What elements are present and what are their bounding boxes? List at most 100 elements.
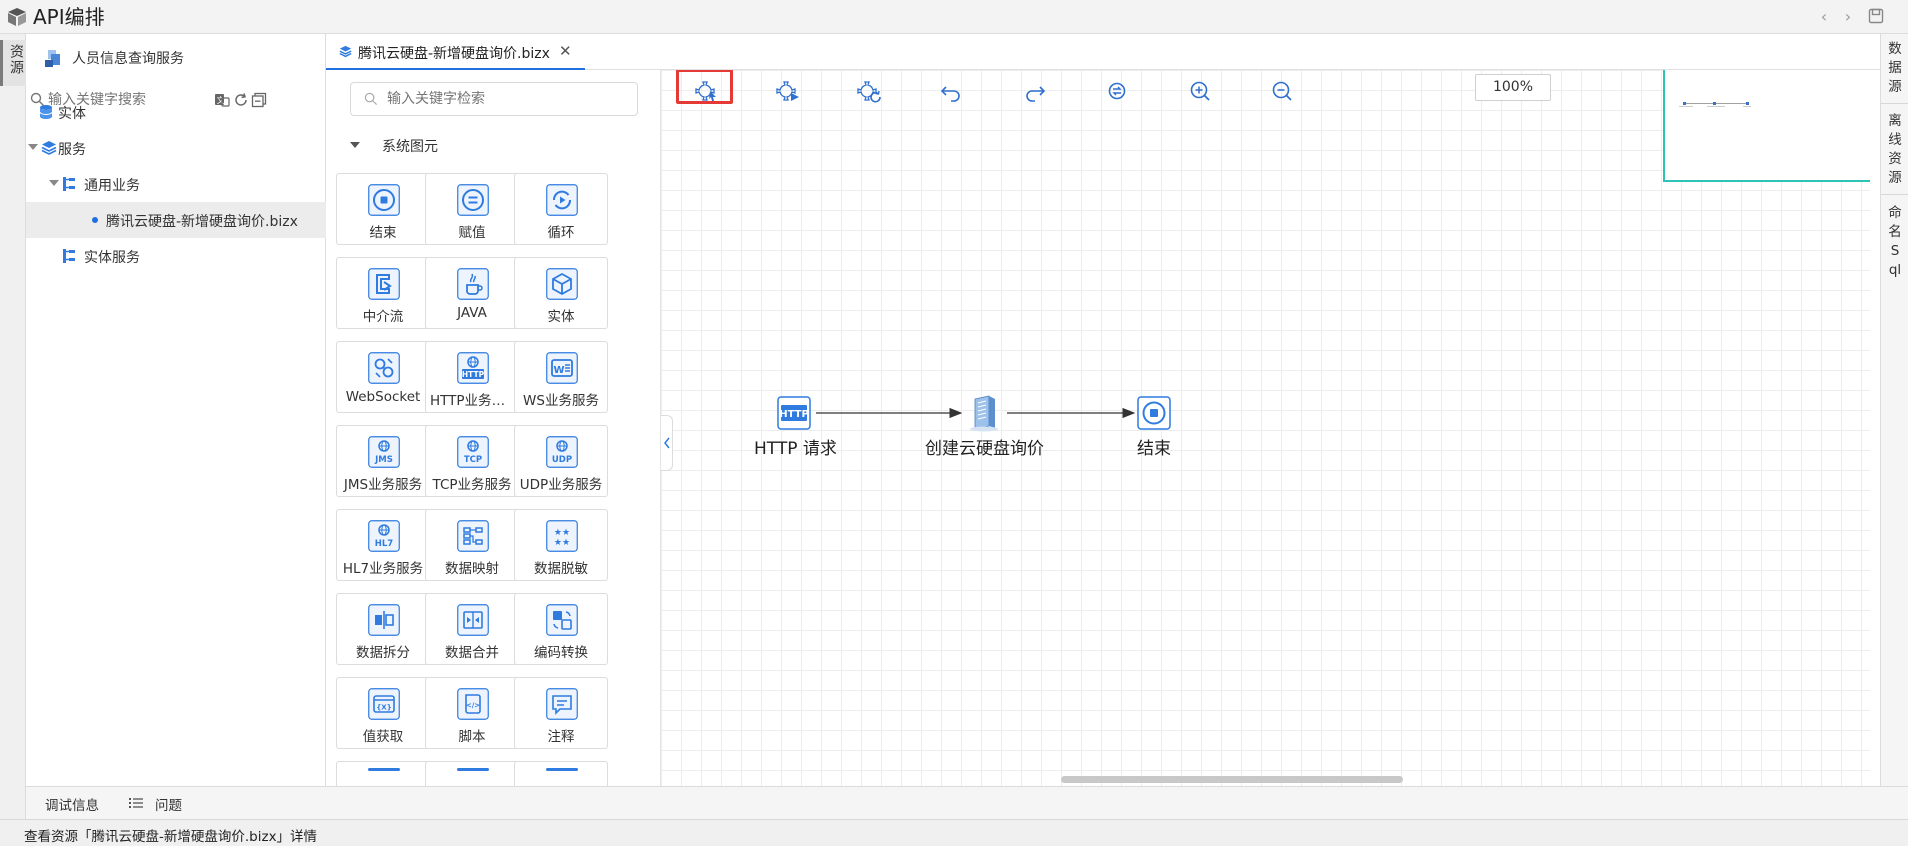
data-merge-icon xyxy=(457,604,489,636)
save-window-icon[interactable] xyxy=(1868,8,1884,24)
debug-info-tab[interactable]: 调试信息 xyxy=(45,794,99,814)
palette-item[interactable]: HTTP HTTP业务服务 xyxy=(425,341,519,413)
search-icon xyxy=(364,92,378,106)
palette-item-label: JAVA xyxy=(457,305,487,321)
group-collapse-arrow-icon[interactable] xyxy=(350,142,360,148)
tab-bizx-file[interactable]: 腾讯云硬盘-新增硬盘询价.bizx ✕ xyxy=(326,34,585,70)
svg-text:HTTP: HTTP xyxy=(462,370,485,379)
expand-arrow-icon[interactable] xyxy=(28,144,38,150)
palette-item[interactable]: 数据合并 xyxy=(425,593,519,665)
side-tab-label: 命名Sql xyxy=(1888,205,1902,278)
palette-item[interactable]: {X} 值获取 xyxy=(336,677,430,749)
close-icon[interactable]: ✕ xyxy=(559,42,572,60)
loop-play-icon xyxy=(546,184,578,216)
issues-tab[interactable]: 问题 xyxy=(155,794,182,814)
palette-item[interactable]: 循环 xyxy=(514,173,608,245)
palette-item-clipped[interactable] xyxy=(425,761,519,786)
palette-item[interactable]: </> 脚本 xyxy=(425,677,519,749)
palette-item-label: WS业务服务 xyxy=(523,393,599,409)
palette-item[interactable]: 数据映射 xyxy=(425,509,519,581)
palette-item[interactable]: WebSocket xyxy=(336,341,430,413)
palette-item[interactable]: 结束 xyxy=(336,173,430,245)
svg-text:</>: </> xyxy=(466,702,480,710)
flow-canvas[interactable]: 100% HTTP HTTP 请求 创建云硬盘询价 结束 xyxy=(661,70,1870,786)
palette-item-label: 脚本 xyxy=(458,729,486,745)
side-tab-named-sql[interactable]: 命名Sql xyxy=(1881,198,1908,286)
palette-item[interactable]: ★★ ★★ 数据脱敏 xyxy=(514,509,608,581)
palette-item-label: 循环 xyxy=(547,225,575,241)
palette-item-label: 结束 xyxy=(369,225,397,241)
flow-connectors xyxy=(816,407,1136,419)
resources-side-tab[interactable]: 资源 xyxy=(0,40,26,86)
data-split-icon xyxy=(368,604,400,636)
resource-tree-panel: 人员信息查询服务 文 实体 xyxy=(26,34,326,786)
svg-text:{X}: {X} xyxy=(376,704,391,712)
chevron-left-icon xyxy=(664,437,670,449)
comment-icon xyxy=(546,688,578,720)
data-mapping-icon xyxy=(457,520,489,552)
tree-item-label: 实体服务 xyxy=(84,250,140,266)
collapse-palette-handle[interactable] xyxy=(661,415,673,471)
expand-arrow-icon[interactable] xyxy=(49,180,59,186)
flow-tree-icon xyxy=(63,249,75,263)
stop-circle-icon[interactable] xyxy=(1137,396,1171,430)
palette-item[interactable]: 数据拆分 xyxy=(336,593,430,665)
editor-tab-bar: 腾讯云硬盘-新增硬盘询价.bizx ✕ xyxy=(326,34,1880,70)
svg-text:UDP: UDP xyxy=(552,455,572,465)
palette-item-label: UDP业务服务 xyxy=(519,477,603,493)
left-side-strip: 资源 xyxy=(0,34,26,819)
palette-item[interactable]: 编码转换 xyxy=(514,593,608,665)
palette-item[interactable]: 实体 xyxy=(514,257,608,329)
palette-search-input[interactable] xyxy=(387,89,627,109)
palette-item-label: 数据拆分 xyxy=(356,645,410,661)
tree-item-entity-services[interactable]: 实体服务 xyxy=(26,238,326,274)
canvas-minimap[interactable] xyxy=(1663,70,1870,182)
back-chevron-icon[interactable]: ‹ xyxy=(1813,6,1835,28)
palette-search-box xyxy=(350,82,638,116)
layers-icon xyxy=(41,141,57,155)
tree-item-entity[interactable]: 实体 xyxy=(26,94,326,130)
horizontal-scrollbar[interactable] xyxy=(1061,776,1403,783)
palette-item[interactable]: 注释 xyxy=(514,677,608,749)
svg-text:★★: ★★ xyxy=(554,528,570,538)
palette-item-label: 注释 xyxy=(547,729,575,745)
flow-node-label: HTTP 请求 xyxy=(754,439,837,459)
palette-item-label: 值获取 xyxy=(362,729,404,745)
data-masking-icon: ★★★★ xyxy=(546,520,578,552)
palette-item[interactable]: JAVA xyxy=(425,257,519,329)
http-icon[interactable]: HTTP xyxy=(777,396,811,430)
mediator-flow-icon xyxy=(368,268,400,300)
palette-item[interactable]: HL7 HL7业务服务 xyxy=(336,509,430,581)
palette-item-clipped[interactable] xyxy=(336,761,430,786)
svg-text:TCP: TCP xyxy=(464,455,482,465)
palette-item-clipped[interactable] xyxy=(514,761,608,786)
svg-text:HL7: HL7 xyxy=(375,539,394,549)
tree-item-label: 通用业务 xyxy=(84,178,140,194)
list-icon xyxy=(129,798,143,808)
side-tab-offline-resources[interactable]: 离线资源 xyxy=(1881,106,1908,195)
tree-item-general-business[interactable]: 通用业务 xyxy=(26,166,326,202)
title-bar: API编排 ‹ › xyxy=(0,0,1908,34)
palette-item[interactable]: JMS JMS业务服务 xyxy=(336,425,430,497)
tree-item-services[interactable]: 服务 xyxy=(26,130,326,166)
palette-item[interactable]: TCP TCP业务服务 xyxy=(425,425,519,497)
forward-chevron-icon[interactable]: › xyxy=(1837,6,1859,28)
zoom-level-display[interactable]: 100% xyxy=(1475,74,1551,101)
file-dot-icon xyxy=(92,217,98,223)
flow-node-label: 结束 xyxy=(1137,439,1171,459)
palette-group-label[interactable]: 系统图元 xyxy=(382,136,438,156)
palette-item[interactable]: 中介流 xyxy=(336,257,430,329)
palette-item[interactable]: W WS业务服务 xyxy=(514,341,608,413)
palette-item[interactable]: 赋值 xyxy=(425,173,519,245)
equals-circle-icon xyxy=(457,184,489,216)
palette-item-label: 数据映射 xyxy=(445,561,499,577)
stop-circle-icon xyxy=(368,184,400,216)
minimap-preview xyxy=(1679,102,1751,107)
tree-item-bizx-file[interactable]: 腾讯云硬盘-新增硬盘询价.bizx xyxy=(26,202,326,238)
palette-item[interactable]: UDP UDP业务服务 xyxy=(514,425,608,497)
side-tab-datasource[interactable]: 数据源 xyxy=(1881,34,1908,104)
element-palette: 系统图元 结束 赋值 循环中介流 JAVA 实体 WebSocket HTTP HTTP业务服… xyxy=(326,70,661,786)
server-icon[interactable] xyxy=(967,394,1001,432)
ws-document-icon: W xyxy=(546,352,578,384)
status-bar: 查看资源「腾讯云硬盘-新增硬盘询价.bizx」详情 xyxy=(0,819,1908,846)
